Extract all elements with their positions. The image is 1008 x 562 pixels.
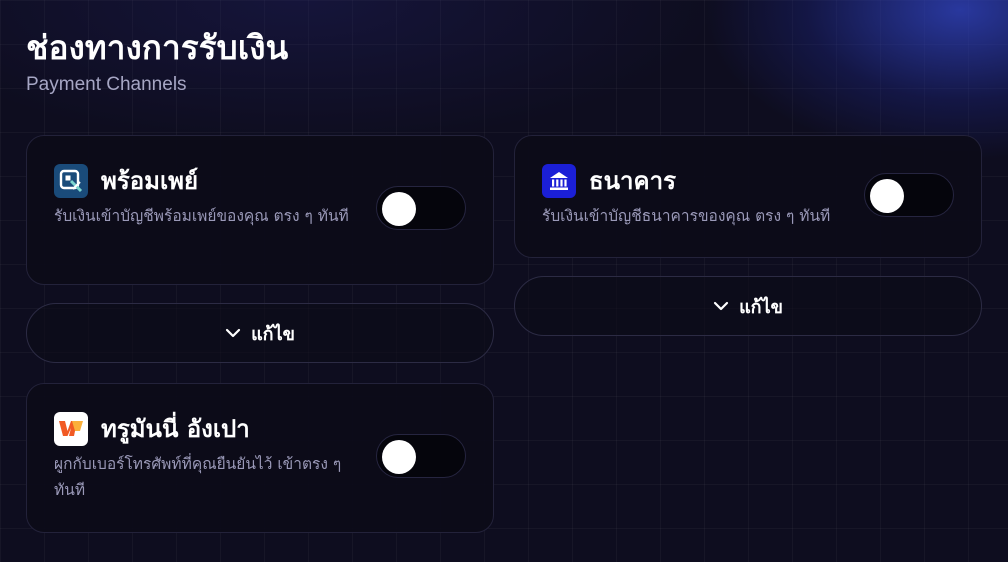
- edit-label: แก้ไข: [251, 323, 295, 345]
- truemoney-header: ทรูมันนี่ อังเปา: [54, 412, 250, 446]
- bank-description: รับเงินเข้าบัญชีธนาคารของคุณ ตรง ๆ ทันที: [542, 207, 831, 225]
- page-header: ช่องทางการรับเงิน Payment Channels: [26, 26, 288, 96]
- bank-toggle[interactable]: [864, 173, 954, 217]
- right-column: ธนาคาร รับเงินเข้าบัญชีธนาคารของคุณ ตรง …: [514, 135, 982, 336]
- truemoney-card: ทรูมันนี่ อังเปา ผูกกับเบอร์โทรศัพท์ที่ค…: [26, 383, 494, 533]
- edit-label: แก้ไข: [739, 296, 783, 318]
- bank-edit-button[interactable]: แก้ไข: [514, 276, 982, 336]
- promptpay-logo-icon: [54, 164, 88, 198]
- truemoney-logo-icon: [54, 412, 88, 446]
- promptpay-edit-button[interactable]: แก้ไข: [26, 303, 494, 363]
- promptpay-header: พร้อมเพย์: [54, 164, 198, 198]
- page-subtitle: Payment Channels: [26, 74, 187, 95]
- toggle-knob: [382, 440, 416, 474]
- promptpay-card: พร้อมเพย์ รับเงินเข้าบัญชีพร้อมเพย์ของคุ…: [26, 135, 494, 285]
- bank-title: ธนาคาร: [589, 167, 676, 195]
- promptpay-title: พร้อมเพย์: [101, 167, 199, 195]
- toggle-knob: [870, 179, 904, 213]
- bank-header: ธนาคาร: [542, 164, 676, 198]
- chevron-down-icon: [225, 328, 241, 338]
- left-column: พร้อมเพย์ รับเงินเข้าบัญชีพร้อมเพย์ของคุ…: [26, 135, 494, 533]
- truemoney-toggle[interactable]: [376, 434, 466, 478]
- chevron-down-icon: [713, 301, 729, 311]
- promptpay-toggle[interactable]: [376, 186, 466, 230]
- truemoney-title: ทรูมันนี่ อังเปา: [101, 415, 250, 443]
- toggle-knob: [382, 192, 416, 226]
- bank-card: ธนาคาร รับเงินเข้าบัญชีธนาคารของคุณ ตรง …: [514, 135, 982, 258]
- promptpay-description: รับเงินเข้าบัญชีพร้อมเพย์ของคุณ ตรง ๆ ทั…: [54, 207, 349, 225]
- truemoney-description: ผูกกับเบอร์โทรศัพท์ที่คุณยืนยันไว้ เข้าต…: [54, 455, 342, 499]
- page-title: ช่องทางการรับเงิน: [26, 28, 289, 67]
- bank-icon: [542, 164, 576, 198]
